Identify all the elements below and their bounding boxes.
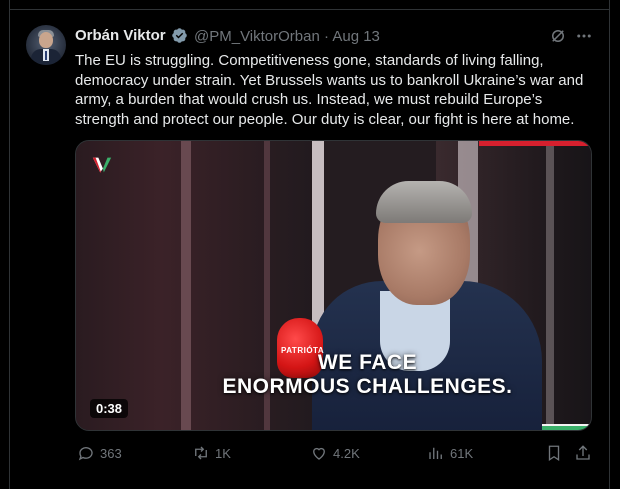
video-duration: 0:38 (90, 399, 129, 418)
tweet-date[interactable]: Aug 13 (332, 28, 380, 45)
bookmark-icon (548, 445, 560, 462)
views-icon (429, 447, 442, 459)
separator-dot: · (324, 28, 330, 45)
reply-icon (78, 447, 93, 461)
repost-icon (195, 446, 207, 460)
caption-line-2: ENORMOUS CHALLENGES. (222, 375, 513, 398)
repost-count: 1K (215, 446, 231, 461)
grok-icon[interactable] (549, 27, 567, 45)
views-count: 61K (450, 446, 474, 461)
timeline-border-left (9, 0, 10, 489)
author-name[interactable]: Orbán Viktor (75, 27, 166, 44)
author-handle-and-date[interactable]: @PM_ViktorOrban · Aug 13 (194, 28, 380, 45)
reply-count: 363 (100, 446, 122, 461)
tweet-text: The EU is struggling. Competitiveness go… (75, 52, 584, 128)
caption-line-1: WE FACE (317, 351, 418, 374)
video-player[interactable]: PATRIÓTA WE FACE ENORMOUS CHALLENGES. 0:… (75, 140, 592, 431)
video-caption: WE FACE ENORMOUS CHALLENGES. (76, 351, 591, 399)
author-handle[interactable]: @PM_ViktorOrban (194, 28, 320, 45)
like-icon (313, 447, 325, 460)
like-count: 4.2K (333, 446, 360, 461)
share-icon (576, 445, 590, 460)
author-avatar[interactable] (26, 25, 66, 65)
timeline-border-right (609, 0, 610, 489)
channel-logo-icon (92, 157, 112, 173)
video-red-accent-bar (479, 141, 591, 146)
more-icon[interactable] (575, 27, 593, 45)
timeline-border-top (9, 9, 610, 10)
verified-badge-icon (172, 28, 187, 43)
